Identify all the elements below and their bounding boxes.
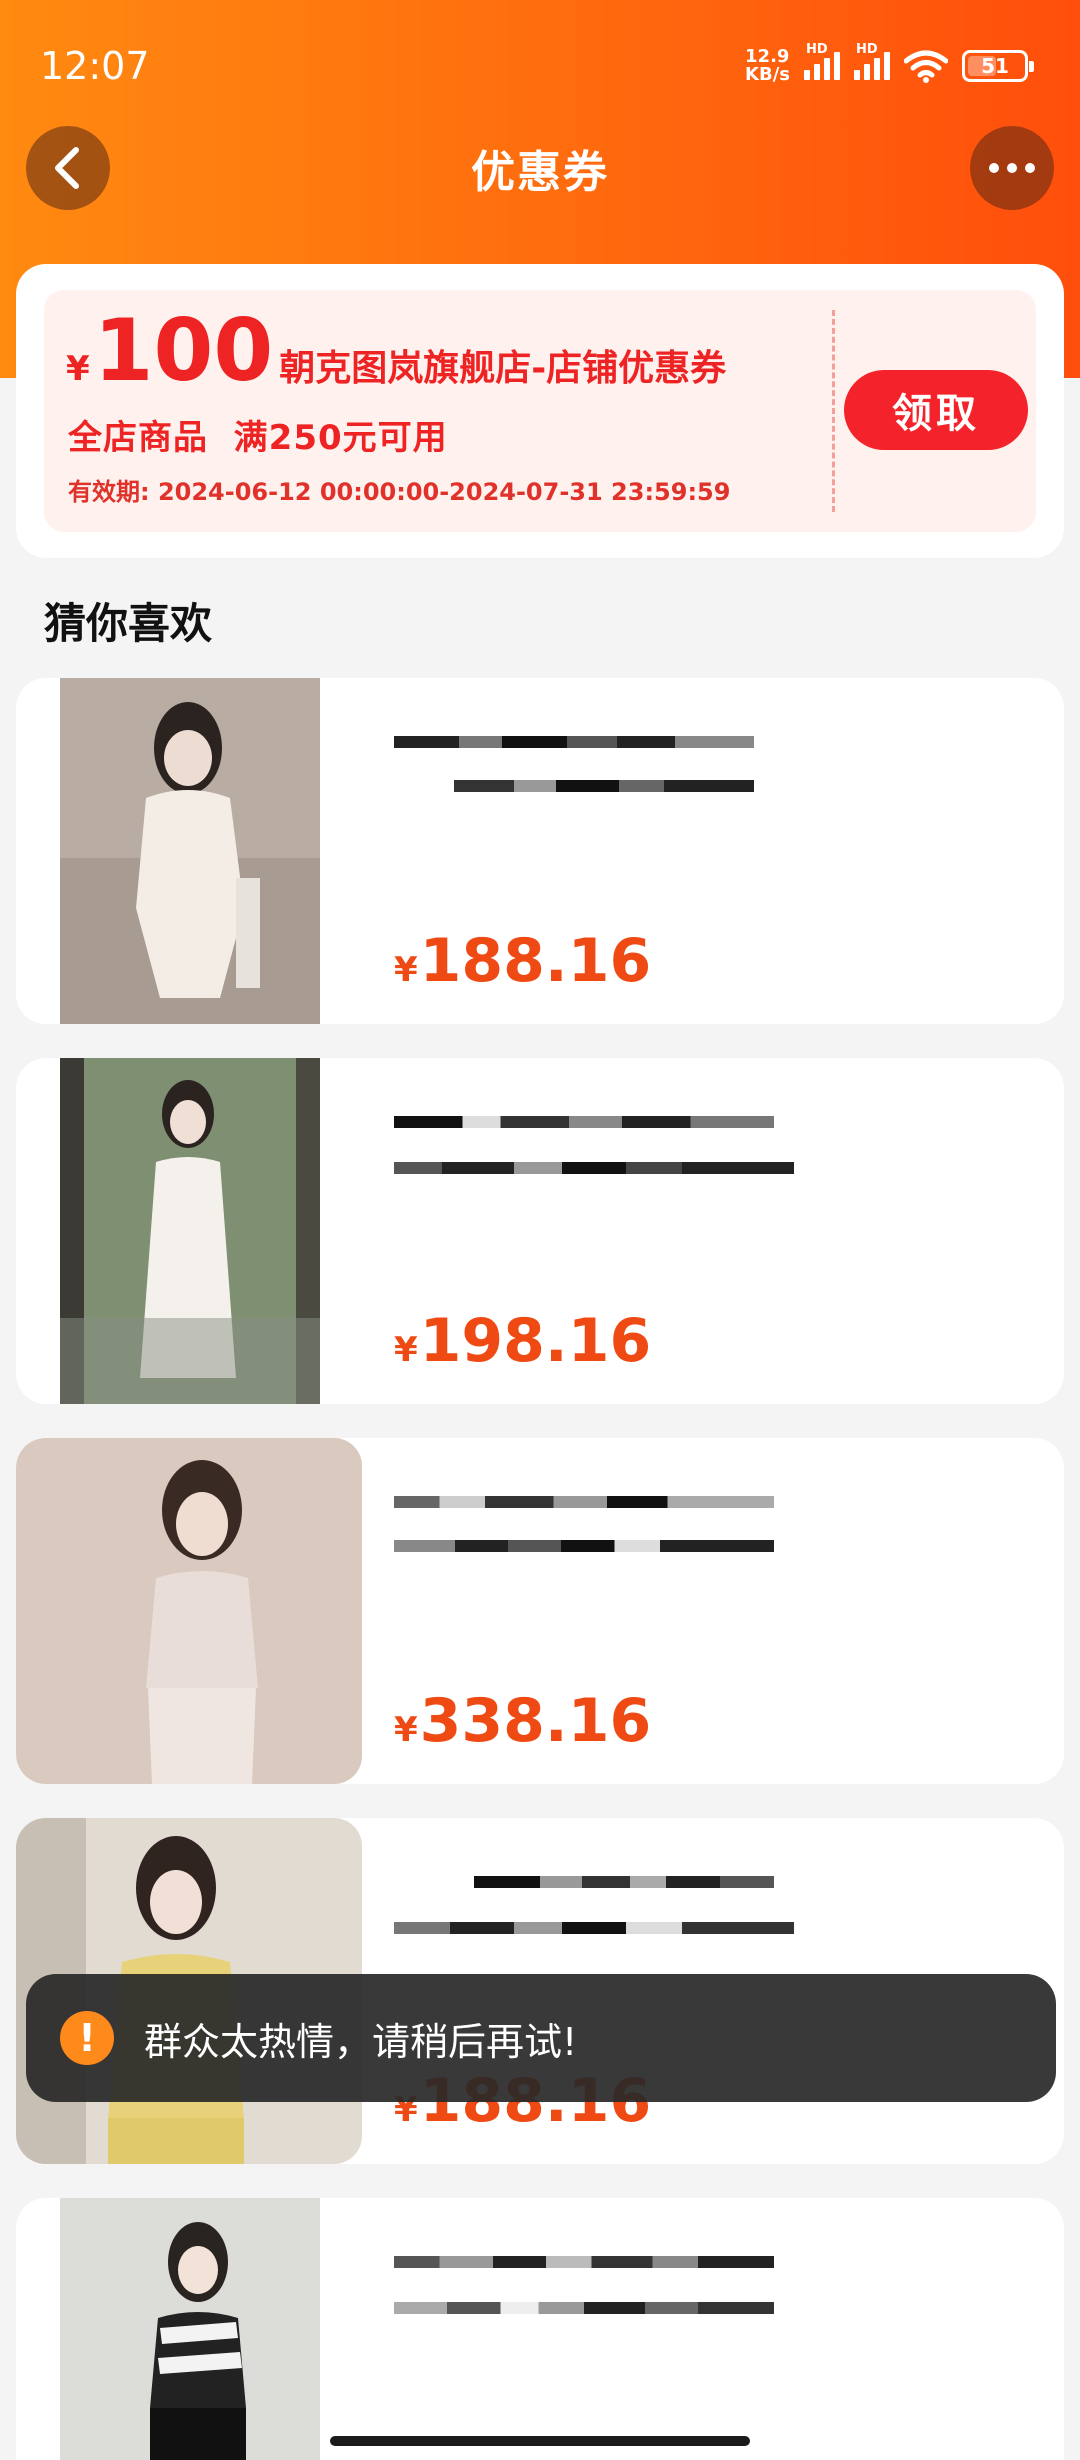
product-price: ¥ 188.16 xyxy=(394,926,652,996)
product-title-redacted xyxy=(394,1856,1014,1952)
page-title: 优惠券 xyxy=(471,147,609,198)
product-price: ¥ 338.16 xyxy=(394,1686,652,1756)
coupon-validity: 有效期: 2024-06-12 00:00:00-2024-07-31 23:5… xyxy=(68,478,731,506)
product-card[interactable]: ¥ 338.16 xyxy=(16,1438,1064,1784)
product-image[interactable] xyxy=(60,2198,320,2460)
battery-icon: 51 xyxy=(962,50,1034,82)
wifi-icon xyxy=(904,49,948,83)
signal-1-icon: HD xyxy=(804,42,840,80)
product-card[interactable]: ¥ 188.16 xyxy=(16,678,1064,1024)
product-image[interactable] xyxy=(60,678,320,1024)
claim-button[interactable]: 领取 xyxy=(844,370,1028,450)
product-title-redacted xyxy=(394,1476,1014,1572)
status-time: 12:07 xyxy=(40,44,150,88)
coupon-title: 朝克图岚旗舰店-店铺优惠券 xyxy=(279,348,727,389)
coupon-amount: ¥ 100 朝克图岚旗舰店-店铺优惠券 xyxy=(66,301,727,401)
network-speed: 12.9 KB/s xyxy=(745,46,790,85)
signal-2-icon: HD xyxy=(854,42,890,80)
coupon-ticket: ¥ 100 朝克图岚旗舰店-店铺优惠券 全店商品 满250元可用 有效期: 20… xyxy=(44,290,1036,532)
section-title: 猜你喜欢 xyxy=(44,599,213,648)
warning-icon: ! xyxy=(60,2011,114,2065)
coupon-divider xyxy=(832,310,835,512)
coupon-condition: 全店商品 满250元可用 xyxy=(68,418,448,458)
error-toast: ! 群众太热情，请稍后再试! xyxy=(26,1974,1056,2102)
status-bar: 12:07 12.9 KB/s HD HD 51 xyxy=(0,0,1080,130)
product-title-redacted xyxy=(394,2236,1014,2332)
home-indicator[interactable] xyxy=(330,2436,750,2446)
product-card[interactable]: ¥ 198.16 xyxy=(16,1058,1064,1404)
coupon-card: ¥ 100 朝克图岚旗舰店-店铺优惠券 全店商品 满250元可用 有效期: 20… xyxy=(16,264,1064,558)
product-title-redacted xyxy=(394,1096,1014,1192)
product-image[interactable] xyxy=(16,1438,362,1784)
toast-message: 群众太热情，请稍后再试! xyxy=(144,2019,578,2064)
product-image[interactable] xyxy=(60,1058,320,1404)
status-icons: 12.9 KB/s HD HD 51 xyxy=(745,42,1034,86)
product-card[interactable] xyxy=(16,2198,1064,2460)
product-title-redacted xyxy=(394,716,1014,812)
product-price: ¥ 198.16 xyxy=(394,1306,652,1376)
more-dots-icon xyxy=(989,163,999,173)
more-button[interactable] xyxy=(970,126,1054,210)
